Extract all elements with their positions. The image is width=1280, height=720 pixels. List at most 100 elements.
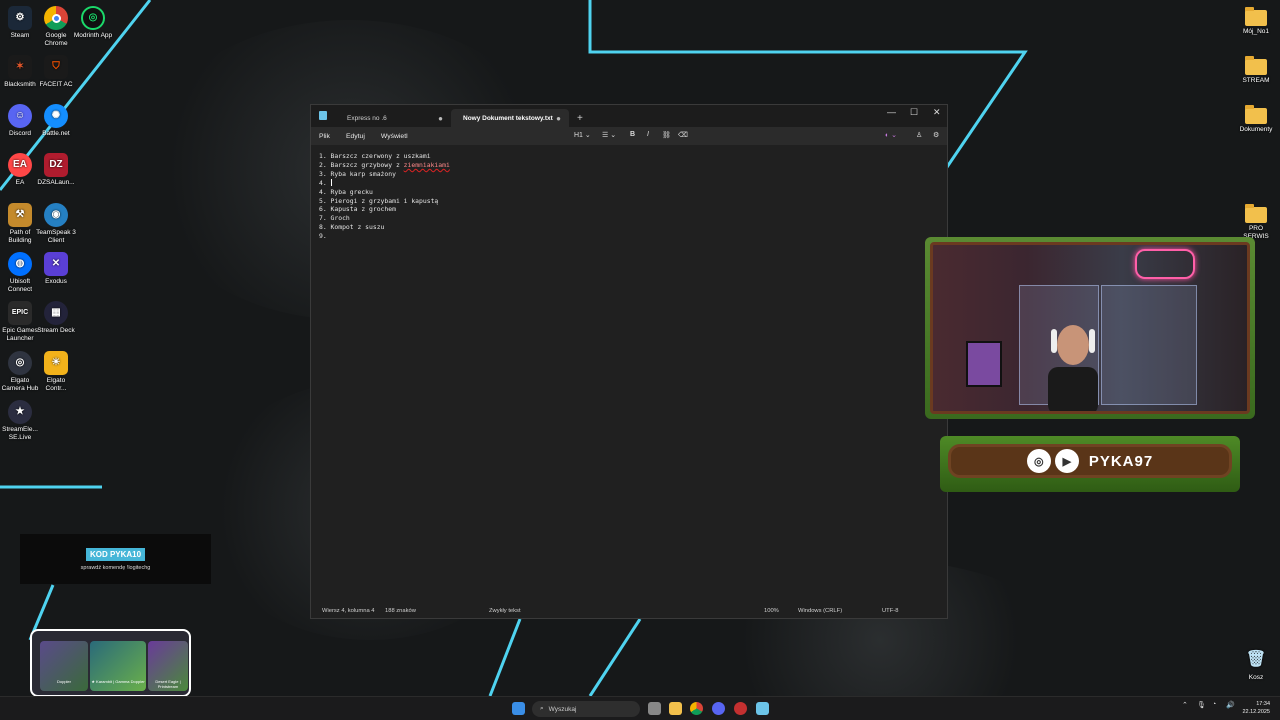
- desktop-icon-streamdeck[interactable]: ▦ Stream Deck: [36, 301, 76, 335]
- text-editor[interactable]: 1. Barszcz czerwony z uszkami 2. Barszcz…: [311, 145, 947, 604]
- clear-format-icon[interactable]: ⌫: [678, 131, 688, 139]
- copilot-icon[interactable]: ◐ ⌄: [885, 131, 897, 139]
- desktop-icon-faceit[interactable]: ⛉ FACEIT AC: [36, 55, 76, 89]
- tab-unsaved-dot-icon[interactable]: ●: [556, 114, 561, 123]
- dzsa-icon: DZ: [44, 153, 68, 177]
- new-tab-button[interactable]: +: [577, 113, 583, 124]
- notepad-window: Express no .6 ● Nowy Dokument tekstowy.t…: [310, 104, 948, 619]
- microphone-icon[interactable]: 🎙: [1197, 701, 1206, 709]
- tab-unsaved-dot-icon[interactable]: ●: [438, 114, 443, 123]
- settings-icon[interactable]: ⚙: [933, 131, 939, 139]
- skin-item: ★ Karambit | Gamma Doppler: [90, 641, 146, 691]
- text-caret: [330, 179, 332, 187]
- exodus-icon: ✕: [44, 252, 68, 276]
- text-line: 9.: [319, 232, 327, 241]
- folder-icon: [1245, 105, 1267, 124]
- desktop-folder-moj-no1[interactable]: Mój_No1: [1236, 6, 1276, 36]
- close-button[interactable]: ✕: [933, 107, 941, 118]
- streamelements-icon: ★: [8, 400, 32, 424]
- desktop-icon-ea[interactable]: EA EA: [0, 153, 40, 187]
- link-icon[interactable]: ⛓: [662, 131, 671, 139]
- youtube-icon: ▶: [1054, 449, 1079, 473]
- notepad-taskbar-icon[interactable]: [756, 702, 769, 715]
- desktop-icon-camera-hub[interactable]: ◎ Elgato Camera Hub: [0, 351, 40, 392]
- task-view-icon[interactable]: [648, 702, 661, 715]
- desktop-icon-discord[interactable]: ☺ Discord: [0, 104, 40, 138]
- promo-hint: sprawdź komendę !logitechg: [80, 565, 151, 571]
- desktop-icon-chrome[interactable]: Google Chrome: [36, 6, 76, 47]
- italic-icon[interactable]: I: [647, 131, 649, 138]
- taskbar: ⌕ Wyszukaj ⌃ 🎙 ◔ 🔊 17:34 22.12.2025: [0, 696, 1280, 720]
- chrome-icon: [44, 6, 68, 30]
- desktop-icon-epic[interactable]: EPIC Epic Games Launcher: [0, 301, 40, 342]
- heading-dropdown[interactable]: H1 ⌄: [574, 131, 591, 139]
- desktop-icon-steam[interactable]: ⚙ Steam: [0, 6, 40, 40]
- camerahub-icon: ◎: [8, 351, 32, 375]
- text-line: 4.: [319, 178, 332, 187]
- desktop-icon-elgato-control[interactable]: ☀ Elgato Contr...: [36, 351, 76, 392]
- tab-nowy-dokument[interactable]: Nowy Dokument tekstowy.txt ●: [451, 109, 569, 127]
- line-ending[interactable]: Windows (CRLF): [798, 608, 842, 614]
- bold-icon[interactable]: B: [630, 131, 635, 138]
- desktop-folder-pro-serwis[interactable]: PRO SERWIS: [1236, 203, 1276, 240]
- clock[interactable]: 17:34 22.12.2025: [1242, 700, 1270, 716]
- obs-taskbar-icon[interactable]: [734, 702, 747, 715]
- text-format[interactable]: Zwykły tekst: [489, 608, 521, 614]
- webcam-overlay: [925, 237, 1255, 419]
- epic-icon: EPIC: [8, 301, 32, 325]
- account-icon[interactable]: ♙: [916, 131, 922, 139]
- desktop-icon-ubisoft[interactable]: ◍ Ubisoft Connect: [0, 252, 40, 293]
- misspelled-word[interactable]: ziemniakiami: [404, 161, 450, 169]
- desktop-icon-battlenet[interactable]: ✺ Battle.net: [36, 104, 76, 138]
- notepad-app-icon: [319, 111, 327, 120]
- desktop-icon-streamelements[interactable]: ★ StreamEle... SE.Live: [0, 400, 40, 441]
- notepad-titlebar[interactable]: Express no .6 ● Nowy Dokument tekstowy.t…: [311, 105, 947, 127]
- desktop-icon-teamspeak[interactable]: ◉ TeamSpeak 3 Client: [36, 203, 76, 244]
- desktop-icon-path-of-building[interactable]: ⚒ Path of Building: [0, 203, 40, 244]
- discord-icon: ☺: [8, 104, 32, 128]
- pob-icon: ⚒: [8, 203, 32, 227]
- ubisoft-icon: ◍: [8, 252, 32, 276]
- text-line: 4. Ryba grecku: [319, 187, 373, 196]
- folder-icon: [1245, 56, 1267, 75]
- faceit-icon: ⛉: [44, 55, 68, 79]
- cursor-position: Wiersz 4, kolumna 4: [322, 608, 375, 614]
- desktop-folder-dokumenty[interactable]: Dokumenty: [1236, 104, 1276, 134]
- file-explorer-icon[interactable]: [669, 702, 682, 715]
- maximize-button[interactable]: ☐: [910, 107, 918, 118]
- menu-edit[interactable]: Edytuj: [346, 133, 365, 140]
- zoom-level[interactable]: 100%: [764, 608, 779, 614]
- blacksmith-icon: ✶: [8, 55, 32, 79]
- elgato-control-icon: ☀: [44, 351, 68, 375]
- minimize-button[interactable]: —: [887, 107, 896, 117]
- tray-chevron-icon[interactable]: ⌃: [1182, 701, 1188, 709]
- desktop-icon-exodus[interactable]: ✕ Exodus: [36, 252, 76, 286]
- desktop-icon-dzsa[interactable]: DZ DZSALaun...: [36, 153, 76, 187]
- skin-item: Desert Eagle | Printstream: [148, 641, 188, 691]
- discord-taskbar-icon[interactable]: [712, 702, 725, 715]
- promo-code: KOD PYKA10: [85, 548, 146, 561]
- taskbar-search[interactable]: ⌕ Wyszukaj: [532, 701, 640, 717]
- list-icon[interactable]: ☰ ⌄: [602, 131, 616, 139]
- recycle-bin-icon: 🗑: [1245, 651, 1267, 669]
- desktop-icon-recycle-bin[interactable]: 🗑 Kosz: [1236, 648, 1276, 682]
- desktop-icon-modrinth[interactable]: ◎ Modrinth App: [73, 6, 113, 40]
- wifi-icon[interactable]: ◔: [1212, 701, 1216, 708]
- webcam-feed: [930, 242, 1250, 414]
- steam-icon: ⚙: [8, 6, 32, 30]
- volume-icon[interactable]: 🔊: [1226, 701, 1235, 709]
- text-line: 1. Barszcz czerwony z uszkami: [319, 152, 431, 160]
- start-button[interactable]: [512, 702, 525, 715]
- folder-icon: [1245, 204, 1267, 223]
- tab-express[interactable]: Express no .6 ●: [335, 109, 451, 127]
- menu-bar: Plik Edytuj Wyświetl H1 ⌄ ☰ ⌄ B I ⛓ ⌫ ◐ …: [311, 127, 947, 145]
- desktop-icon-blacksmith[interactable]: ✶ Blacksmith: [0, 55, 40, 89]
- chrome-taskbar-icon[interactable]: [690, 702, 703, 715]
- neon-sign: [1135, 249, 1195, 279]
- encoding[interactable]: UTF-8: [882, 608, 898, 614]
- channel-handle: PYKA97: [1088, 452, 1154, 470]
- text-line: 7. Groch: [319, 214, 350, 223]
- menu-file[interactable]: Plik: [319, 133, 330, 140]
- desktop-folder-stream[interactable]: STREAM: [1236, 55, 1276, 85]
- menu-view[interactable]: Wyświetl: [381, 133, 408, 140]
